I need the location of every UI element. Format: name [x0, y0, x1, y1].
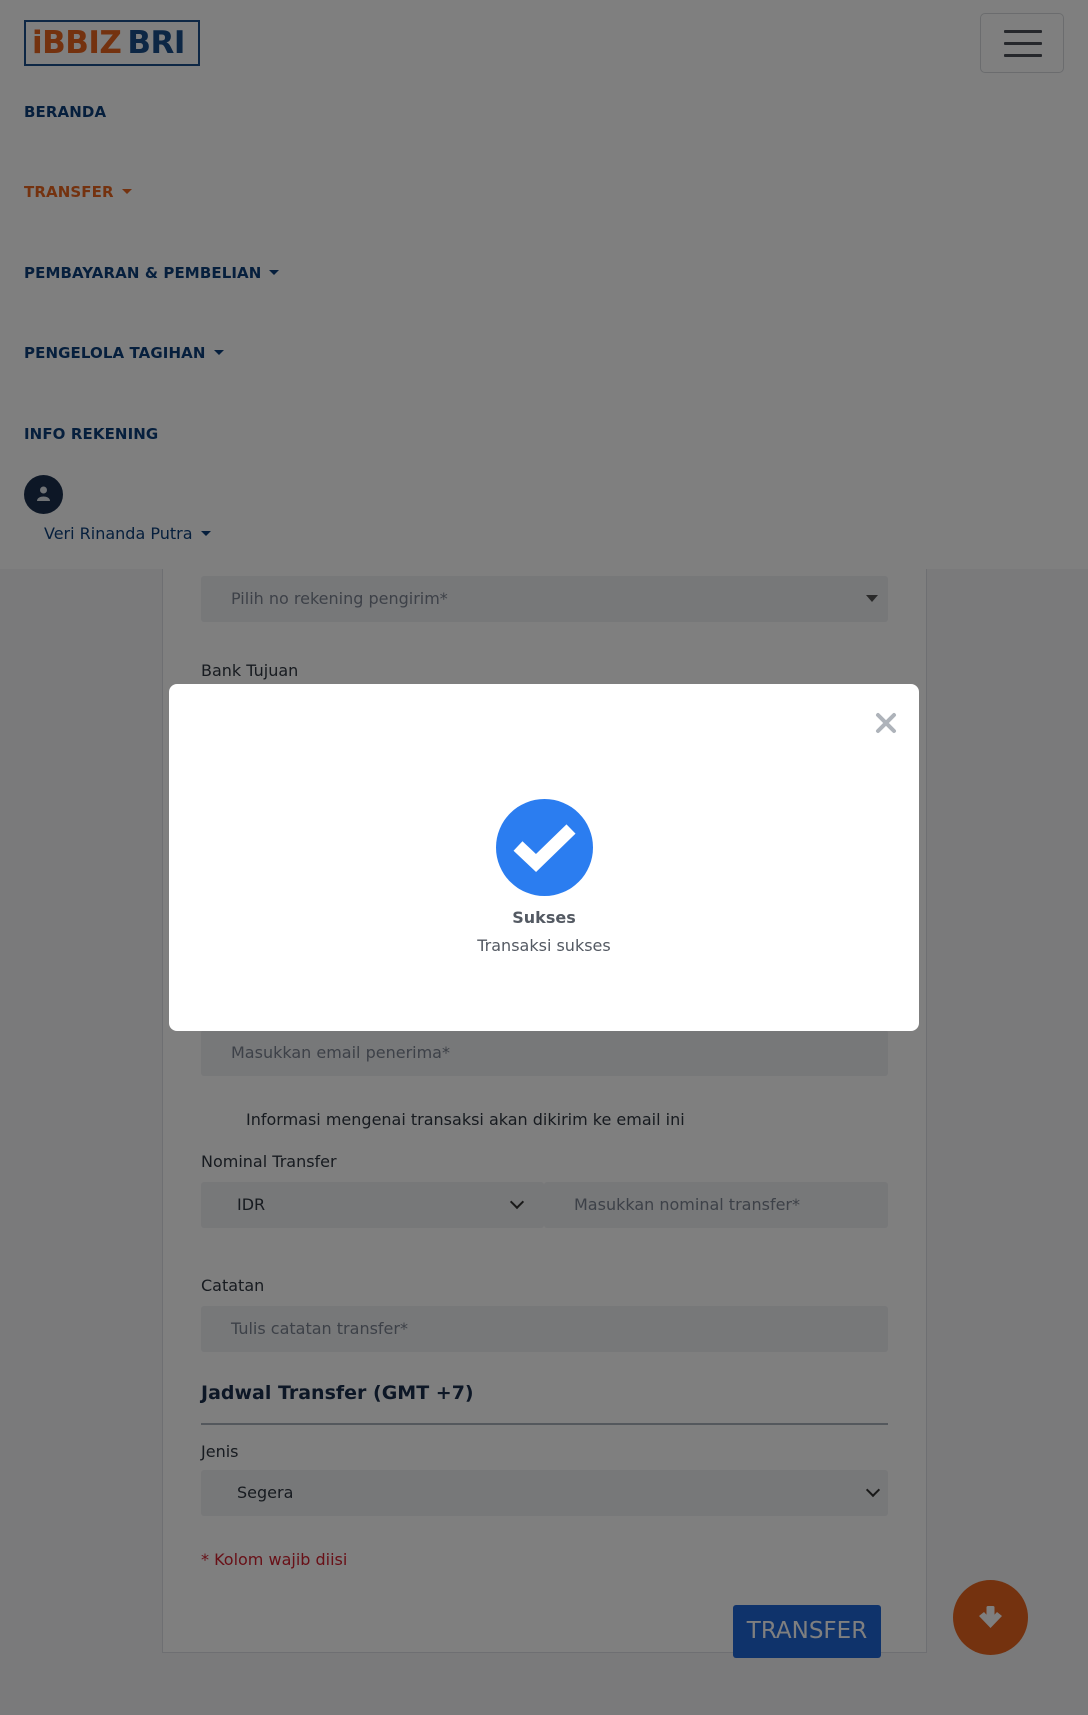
close-button[interactable]: [875, 712, 897, 734]
success-modal: Sukses Transaksi sukses: [169, 684, 919, 1031]
close-icon: [876, 713, 896, 733]
modal-title: Sukses: [512, 908, 576, 927]
success-check-icon: [496, 799, 593, 896]
modal-message: Transaksi sukses: [477, 936, 611, 955]
